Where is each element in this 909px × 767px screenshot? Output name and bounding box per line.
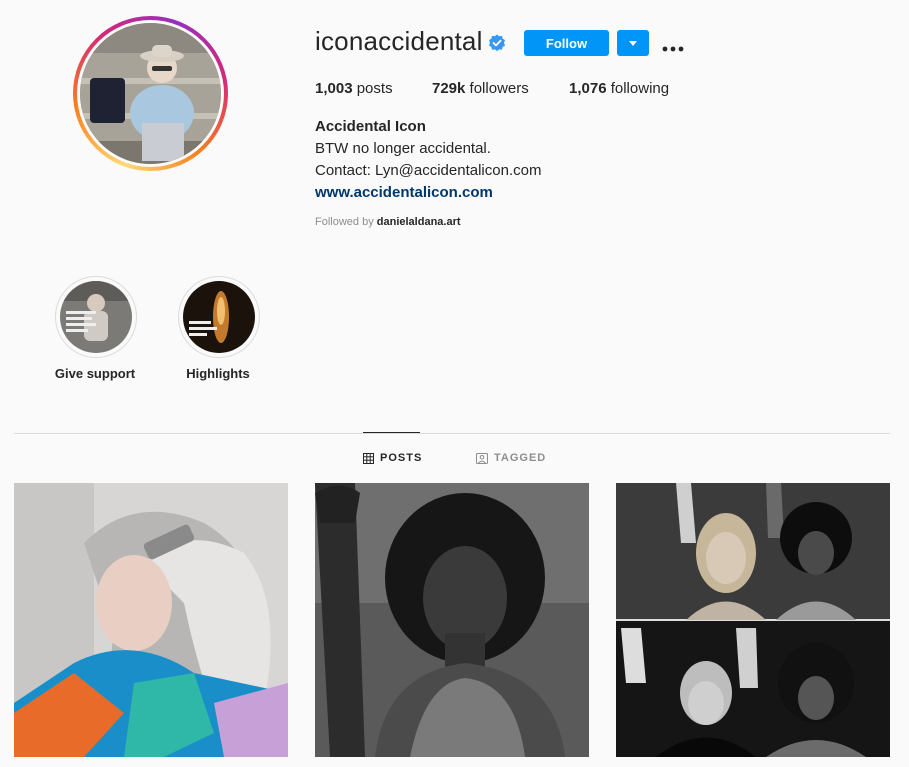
profile-website-link[interactable]: www.accidentalicon.com <box>315 184 493 201</box>
followed-by-user[interactable]: danielaldana.art <box>377 216 461 228</box>
followers-stat[interactable]: 729k followers <box>432 80 569 97</box>
profile-full-name: Accidental Icon <box>315 118 426 135</box>
followed-by-prefix: Followed by <box>315 216 374 228</box>
highlight-thumbnail <box>60 281 132 353</box>
post-thumbnail[interactable] <box>616 483 890 757</box>
tab-tagged-label: TAGGED <box>494 452 547 464</box>
followers-count: 729k <box>432 80 466 97</box>
following-count: 1,076 <box>569 80 607 97</box>
following-stat[interactable]: 1,076 following <box>569 80 669 97</box>
highlight-thumbnail <box>183 281 255 353</box>
following-label: following <box>610 80 670 97</box>
bio-line: BTW no longer accidental. <box>315 140 491 157</box>
verified-badge-icon <box>488 34 506 52</box>
chevron-down-icon <box>629 40 637 46</box>
profile-stats: 1,003 posts 729k followers 1,076 followi… <box>315 80 669 97</box>
highlight-circle <box>55 276 137 358</box>
highlight-label: Highlights <box>186 366 250 381</box>
tab-posts[interactable]: POSTS <box>363 452 422 464</box>
tabs-divider <box>14 433 890 434</box>
followed-by: Followed by danielaldana.art <box>315 216 461 228</box>
posts-stat: 1,003 posts <box>315 80 432 97</box>
post-thumbnail[interactable] <box>315 483 589 757</box>
posts-label: posts <box>356 80 393 97</box>
profile-username: iconaccidental <box>315 26 483 56</box>
active-tab-indicator <box>363 432 420 433</box>
highlight-give-support[interactable]: Give support <box>55 276 137 381</box>
highlight-label: Give support <box>54 366 136 381</box>
suggested-accounts-button[interactable] <box>617 30 649 56</box>
highlight-circle <box>178 276 260 358</box>
posts-count: 1,003 <box>315 80 353 97</box>
post-thumbnail[interactable] <box>14 483 288 757</box>
follow-button[interactable]: Follow <box>524 30 609 56</box>
avatar-photo <box>80 23 221 164</box>
bio-contact-line: Contact: Lyn@accidentalicon.com <box>315 162 542 179</box>
profile-avatar[interactable] <box>73 16 228 171</box>
more-options-icon[interactable] <box>662 39 684 52</box>
grid-icon <box>363 452 374 464</box>
highlight-highlights[interactable]: Highlights <box>178 276 260 381</box>
tab-tagged[interactable]: TAGGED <box>476 452 546 464</box>
tab-posts-label: POSTS <box>380 452 423 464</box>
followers-label: followers <box>469 80 529 97</box>
tagged-icon <box>476 452 488 464</box>
